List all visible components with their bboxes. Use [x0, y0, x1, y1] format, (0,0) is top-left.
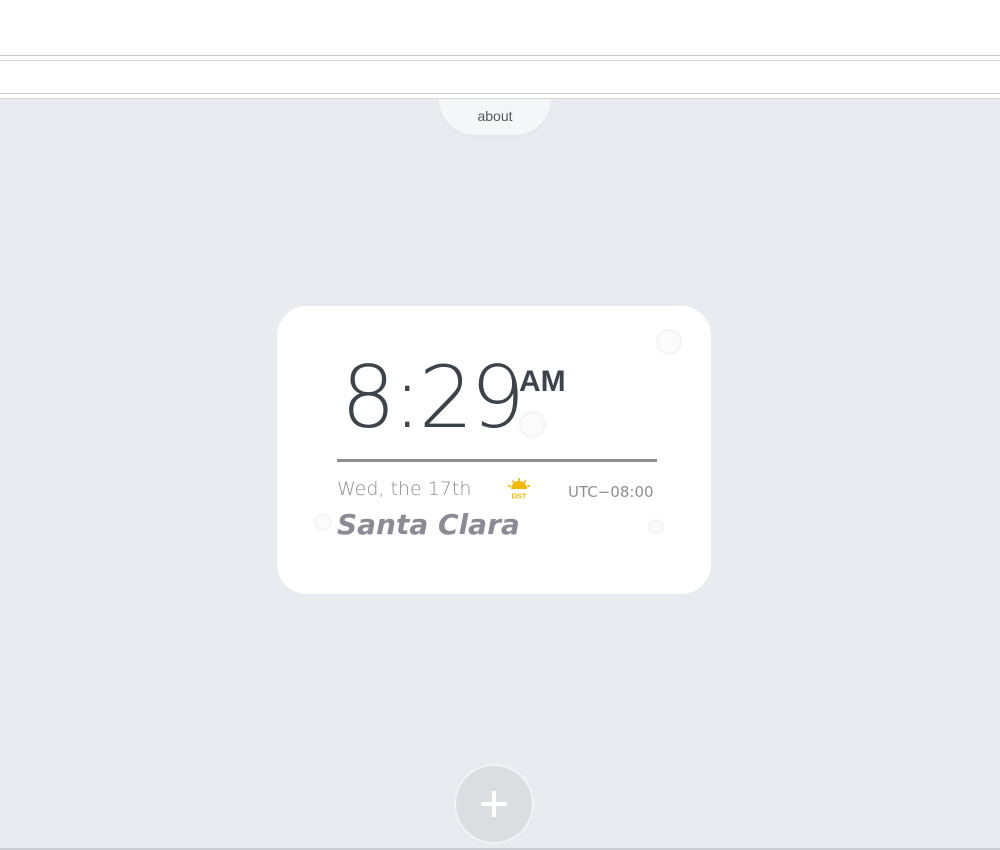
dst-sun-icon: DST [507, 478, 531, 501]
seconds-indicator [520, 412, 545, 437]
toolbar-divider [0, 60, 1000, 61]
card-divider [337, 459, 657, 462]
plus-icon [481, 791, 507, 817]
card-corner-handle[interactable] [657, 330, 681, 354]
period-label: AM [519, 365, 566, 398]
about-tab[interactable]: about [439, 99, 551, 135]
toolbar-divider [0, 55, 1000, 56]
card-side-handle[interactable] [649, 520, 663, 534]
time-display: 8:29 [341, 348, 525, 448]
add-clock-button[interactable] [456, 766, 532, 842]
utc-offset: UTC−08:00 [568, 483, 654, 501]
city-name: Santa Clara [337, 508, 520, 541]
date-label: Wed, the 17th [337, 478, 472, 500]
clock-card[interactable]: 8:29 AM Wed, the 17th DST UTC−08:00 Sant… [277, 306, 711, 594]
card-side-handle[interactable] [315, 514, 331, 530]
browser-top-area [0, 0, 1000, 99]
dst-badge-text: DST [512, 492, 527, 501]
toolbar-divider [0, 93, 1000, 94]
about-label: about [477, 108, 513, 124]
